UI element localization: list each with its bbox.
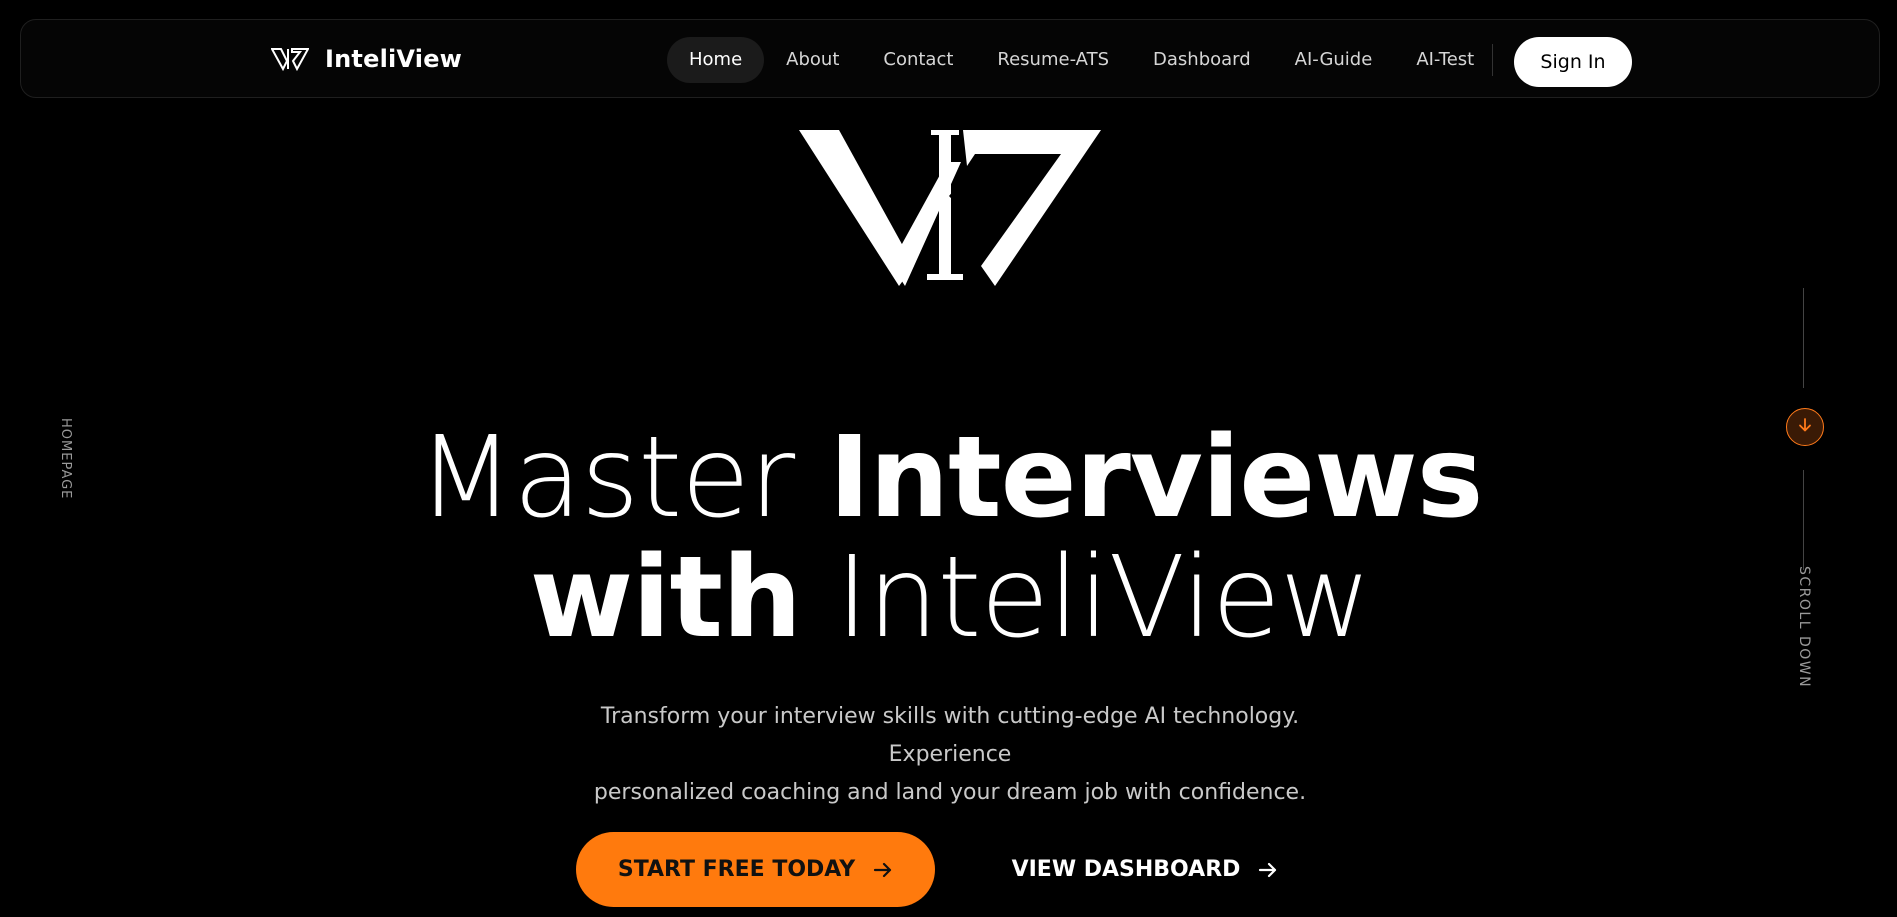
navbar: InteliView Home About Contact Resume-ATS…: [20, 19, 1880, 98]
homepage-label: HOMEPAGE: [58, 418, 73, 500]
arrow-right-icon: [1258, 862, 1278, 878]
headline-word-with: with: [529, 533, 802, 663]
scroll-line-top: [1803, 288, 1804, 388]
page: InteliView Home About Contact Resume-ATS…: [0, 0, 1897, 917]
nav-link-resume-ats[interactable]: Resume-ATS: [975, 37, 1131, 83]
nav-link-dashboard[interactable]: Dashboard: [1131, 37, 1273, 83]
nav-link-contact[interactable]: Contact: [861, 37, 975, 83]
nav-link-ai-guide[interactable]: AI-Guide: [1273, 37, 1395, 83]
nav-divider: [1492, 44, 1493, 76]
subtitle-line-1: Transform your interview skills with cut…: [600, 704, 1300, 767]
headline-word-master: Master: [417, 413, 795, 543]
inteliview-logo-icon: [271, 47, 309, 71]
subtitle-line-2: personalized coaching and land your drea…: [593, 780, 1307, 805]
hero-subtitle: Transform your interview skills with cut…: [540, 698, 1360, 812]
view-dashboard-label: VIEW DASHBOARD: [1011, 857, 1241, 882]
scroll-line-bottom: [1803, 470, 1804, 570]
start-free-today-button[interactable]: START FREE TODAY: [576, 832, 935, 907]
nav-link-ai-test[interactable]: AI-Test: [1394, 37, 1496, 83]
hero-logo-icon: [799, 126, 1101, 288]
sign-in-button[interactable]: Sign In: [1514, 37, 1632, 87]
brand-link[interactable]: InteliView: [271, 40, 462, 78]
arrow-down-icon: [1797, 417, 1813, 437]
arrow-right-icon: [873, 862, 893, 878]
scroll-indicator: SCROLL DOWN: [1786, 288, 1824, 688]
headline-word-interviews: Interviews: [828, 413, 1484, 543]
headline-word-inteliview: InteliView: [835, 533, 1371, 663]
nav-links: Home About Contact Resume-ATS Dashboard …: [667, 37, 1496, 83]
start-free-today-label: START FREE TODAY: [617, 857, 856, 882]
hero-headline: Master Interviews with InteliView: [300, 418, 1600, 658]
scroll-down-button[interactable]: [1786, 408, 1824, 446]
side-label-left: HOMEPAGE: [58, 418, 80, 500]
brand-name: InteliView: [325, 45, 463, 73]
view-dashboard-button[interactable]: VIEW DASHBOARD: [1010, 832, 1280, 907]
nav-link-home[interactable]: Home: [667, 37, 765, 83]
scroll-down-label: SCROLL DOWN: [1796, 566, 1812, 689]
nav-link-about[interactable]: About: [764, 37, 861, 83]
